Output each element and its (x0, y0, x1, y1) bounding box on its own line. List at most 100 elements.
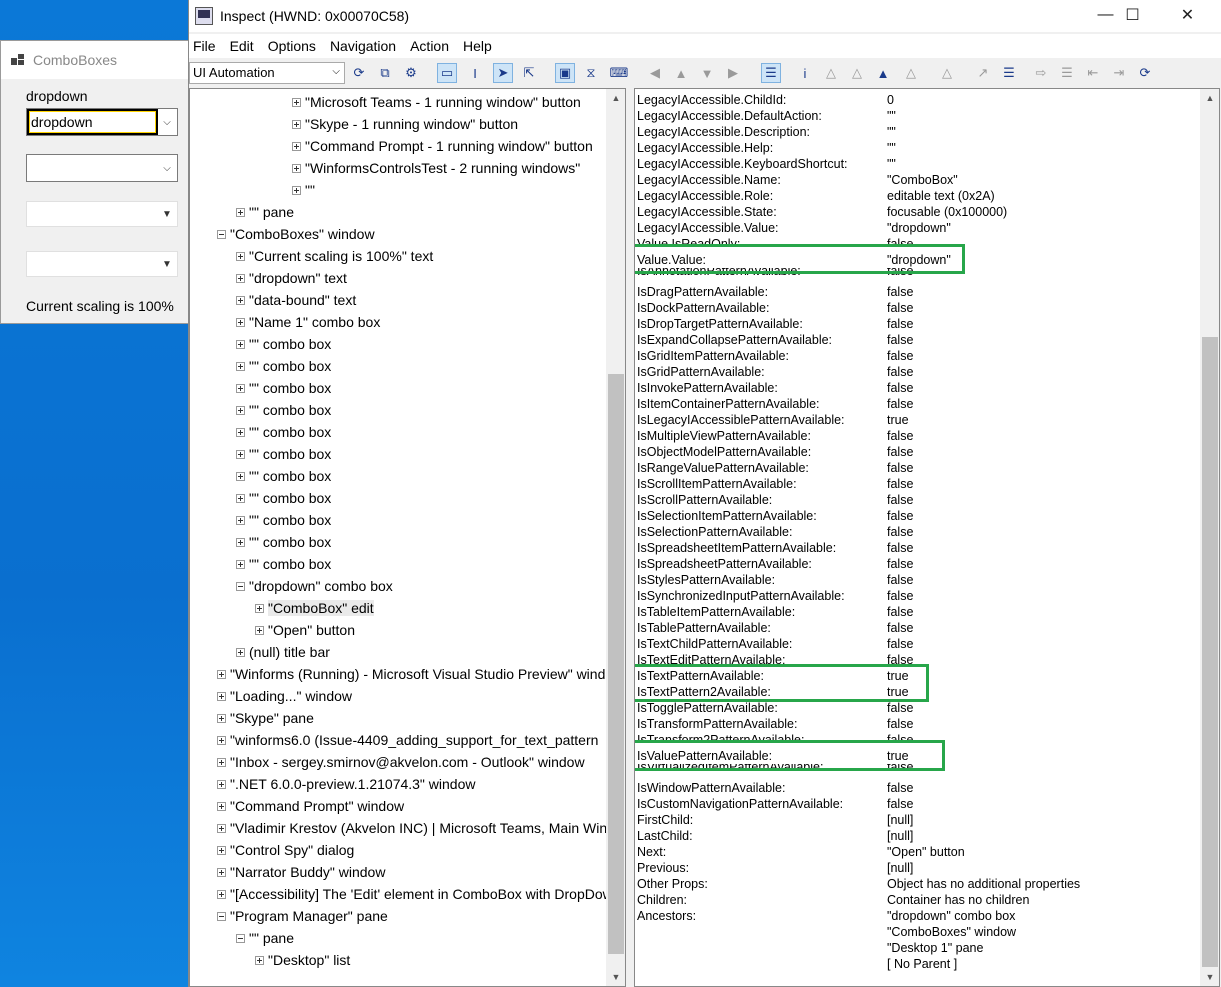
watch-cursor-icon[interactable]: ⇱ (519, 63, 539, 83)
collapse-icon[interactable] (217, 911, 226, 921)
combobox-3[interactable]: ▼ (26, 201, 178, 227)
expand-icon[interactable] (236, 339, 245, 349)
expand-icon[interactable] (236, 559, 245, 569)
properties-pane[interactable]: LegacyIAccessible.ChildId: 0 LegacyIAcces… (634, 88, 1220, 987)
tree-item[interactable]: (null) title bar (236, 641, 330, 663)
expand-icon[interactable] (217, 823, 226, 833)
expand-icon[interactable] (236, 405, 245, 415)
console-icon[interactable]: ⌨ (609, 63, 629, 83)
tree-scrollbar[interactable]: ▲ ▼ (606, 89, 625, 986)
tree-item[interactable]: "Command Prompt - 1 running window" butt… (292, 135, 593, 157)
expand-icon[interactable] (236, 207, 245, 217)
expand-icon[interactable] (236, 493, 245, 503)
combobox-4[interactable]: ▼ (26, 251, 178, 277)
tree-item[interactable]: "Microsoft Teams - 1 running window" but… (292, 91, 581, 113)
event-icon[interactable]: ⇨ (1031, 63, 1051, 83)
settings-icon[interactable]: ⚙ (401, 63, 421, 83)
tree-item[interactable]: "ComboBoxes" window (217, 223, 375, 245)
expand-icon[interactable] (236, 515, 245, 525)
expand-icon[interactable] (217, 779, 226, 789)
scroll-up-icon[interactable]: ▲ (1200, 89, 1219, 107)
collapse-icon[interactable] (236, 581, 245, 591)
sync-icon[interactable]: ⟳ (1135, 63, 1155, 83)
tree-item[interactable]: "dropdown" text (236, 267, 347, 289)
menu-options[interactable]: Options (268, 38, 316, 54)
tree-item[interactable]: "" combo box (236, 377, 331, 399)
expand-icon[interactable] (292, 185, 301, 195)
expand-icon[interactable] (236, 537, 245, 547)
dropdown-arrow-icon[interactable]: ▼ (157, 202, 177, 226)
tree-item[interactable]: "" combo box (236, 443, 331, 465)
close-button[interactable]: ✕ (1160, 0, 1215, 30)
chevron-down-icon[interactable]: ⌵ (157, 109, 177, 135)
expand-icon[interactable] (236, 273, 245, 283)
tree-item[interactable]: "Name 1" combo box (236, 311, 380, 333)
nav-left-icon[interactable]: ◀ (645, 63, 665, 83)
mouse-pointer-icon[interactable]: ➤ (493, 63, 513, 83)
tree-view-icon[interactable]: ☰ (761, 63, 781, 83)
tree-item[interactable]: "" combo box (236, 421, 331, 443)
expand-icon[interactable] (217, 801, 226, 811)
parent-node-icon[interactable]: △ (821, 63, 841, 83)
tree-item[interactable]: ".NET 6.0.0-preview.1.21074.3" window (217, 773, 476, 795)
inspect-titlebar[interactable]: Inspect (HWND: 0x00070C58) — ☐ ✕ (189, 0, 1221, 32)
tree-item[interactable]: "" pane (236, 927, 294, 949)
tree-item[interactable]: "[Accessibility] The 'Edit' element in C… (217, 883, 621, 905)
tree-item[interactable]: "Command Prompt" window (217, 795, 404, 817)
hourglass-icon[interactable]: ⧖ (581, 63, 601, 83)
tree-item[interactable]: "WinformsControlsTest - 2 running window… (292, 157, 580, 179)
refresh-icon[interactable]: ⟳ (349, 63, 369, 83)
menu-file[interactable]: File (193, 38, 216, 54)
expand-all-icon[interactable]: △ (937, 63, 957, 83)
tree-item[interactable]: "" (292, 179, 315, 201)
all-nodes-icon[interactable]: △ (901, 63, 921, 83)
menu-action[interactable]: Action (410, 38, 449, 54)
expand-icon[interactable] (255, 603, 264, 613)
tree-item[interactable]: "Narrator Buddy" window (217, 861, 385, 883)
expand-icon[interactable] (217, 757, 226, 767)
event-list-icon[interactable]: ☰ (1057, 63, 1077, 83)
tree-item[interactable]: "" combo box (236, 355, 331, 377)
tree-item[interactable]: "" combo box (236, 487, 331, 509)
expand-icon[interactable] (236, 449, 245, 459)
expand-icon[interactable] (292, 97, 301, 107)
tree-item[interactable]: "" combo box (236, 553, 331, 575)
scroll-up-icon[interactable]: ▲ (606, 89, 625, 107)
expand-icon[interactable] (292, 119, 301, 129)
expand-icon[interactable] (292, 141, 301, 151)
tree-item[interactable]: "Desktop" list (255, 949, 350, 971)
chevron-down-icon[interactable]: ⌵ (332, 66, 340, 77)
info-icon[interactable]: i (795, 63, 815, 83)
focus-rect-icon[interactable]: ▭ (437, 63, 457, 83)
caret-icon[interactable]: I (465, 63, 485, 83)
nav-up-icon[interactable]: ▲ (671, 63, 691, 83)
dropdown-combobox[interactable]: dropdown ⌵ (26, 108, 178, 136)
expand-icon[interactable] (217, 889, 226, 899)
expand-icon[interactable] (217, 691, 226, 701)
expand-icon[interactable] (217, 713, 226, 723)
expand-icon[interactable] (236, 295, 245, 305)
chevron-down-icon[interactable]: ⌵ (157, 155, 177, 181)
tree-item[interactable]: "Control Spy" dialog (217, 839, 354, 861)
expand-icon[interactable] (217, 735, 226, 745)
tree-item[interactable]: "data-bound" text (236, 289, 356, 311)
expand-icon[interactable] (236, 647, 245, 657)
tree-item[interactable]: "Loading..." window (217, 685, 352, 707)
tree-item[interactable]: "" combo box (236, 399, 331, 421)
tree-item[interactable]: "Vladimir Krestov (Akvelon INC) | Micros… (217, 817, 625, 839)
dropdown-edit[interactable]: dropdown (27, 109, 158, 135)
tree-item[interactable]: "" pane (236, 201, 294, 223)
expand-icon[interactable] (217, 867, 226, 877)
expand-icon[interactable] (217, 845, 226, 855)
nav-down-icon[interactable]: ▼ (697, 63, 717, 83)
tree-item[interactable]: "dropdown" combo box (236, 575, 393, 597)
action-icon[interactable]: ↗ (973, 63, 993, 83)
tree-item[interactable]: "Program Manager" pane (217, 905, 388, 927)
expand-icon[interactable] (236, 383, 245, 393)
expand-icon[interactable] (255, 955, 264, 965)
tree-item[interactable]: "" combo box (236, 465, 331, 487)
expand-icon[interactable] (236, 361, 245, 371)
dropdown-arrow-icon[interactable]: ▼ (157, 252, 177, 276)
scroll-down-icon[interactable]: ▼ (1200, 968, 1219, 986)
list-action-icon[interactable]: ☰ (999, 63, 1019, 83)
